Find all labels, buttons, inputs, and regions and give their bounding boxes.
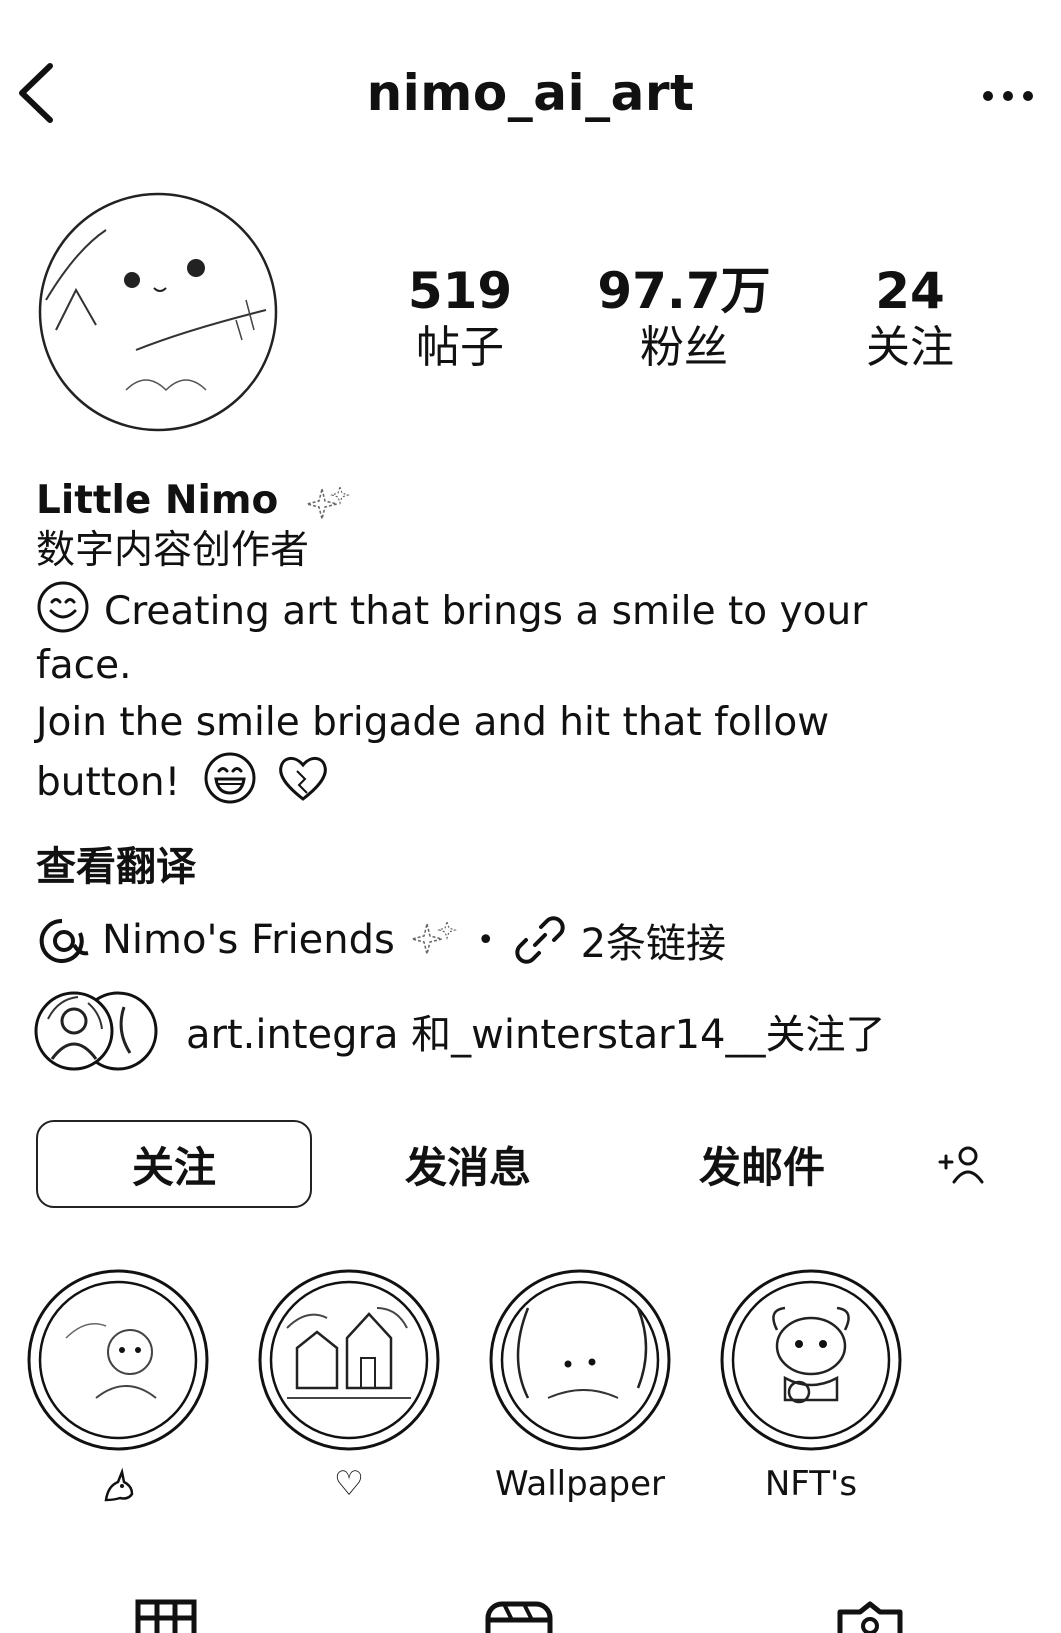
highlight-item[interactable]: [18, 1268, 218, 1506]
display-name: Little Nimo: [36, 478, 352, 523]
links-row: Nimo's Friends • 2条链接: [34, 912, 726, 968]
heart-emoji-icon: [279, 757, 327, 801]
smile-emoji-icon: [37, 581, 89, 633]
profile-avatar[interactable]: [36, 190, 280, 434]
grid-icon: [135, 1599, 197, 1633]
see-translation-link[interactable]: 查看翻译: [36, 834, 196, 892]
reels-icon: [485, 1601, 553, 1633]
tagged-icon: [837, 1601, 903, 1633]
more-options-button[interactable]: [978, 76, 1038, 116]
threads-icon: [39, 918, 89, 963]
followers-count: 97.7万: [597, 262, 771, 320]
posts-label: 帖子: [416, 322, 504, 373]
bio-line-1: Creating art that brings a smile to your: [36, 580, 867, 640]
suggested-users-button[interactable]: [920, 1120, 1004, 1208]
highlight-label: ♡: [333, 1464, 365, 1504]
posts-stat[interactable]: 519 帖子: [350, 262, 570, 376]
highlight-cover: [258, 1269, 440, 1451]
link-icon: [514, 916, 565, 964]
message-button[interactable]: 发消息: [330, 1120, 606, 1208]
separator-dot: •: [476, 922, 495, 958]
bio-line-3: Join the smile brigade and hit that foll…: [36, 700, 830, 745]
unicorn-icon: [104, 1467, 134, 1501]
page-title: nimo_ai_art: [366, 64, 695, 122]
following-stat[interactable]: 24 关注: [800, 262, 1020, 376]
highlight-cover: [720, 1269, 902, 1451]
posts-count: 519: [407, 262, 513, 320]
links-count-link[interactable]: 2条链接: [581, 911, 726, 969]
grin-emoji-icon: [204, 752, 256, 804]
highlight-label: NFT's: [764, 1464, 858, 1504]
bio-line-2: face.: [36, 643, 132, 688]
add-person-icon: [938, 1146, 984, 1184]
highlight-item[interactable]: NFT's: [711, 1268, 911, 1506]
tab-posts[interactable]: [128, 1592, 208, 1633]
tab-tagged[interactable]: [832, 1592, 912, 1633]
followers-stat[interactable]: 97.7万 粉丝: [574, 262, 794, 376]
mutual-followers-avatars: [34, 991, 158, 1071]
bio-line-4: button!: [36, 751, 331, 811]
sparkles-icon: [306, 484, 350, 519]
category-label: 数字内容创作者: [36, 528, 310, 573]
threads-link[interactable]: Nimo's Friends: [102, 917, 395, 963]
sparkles-icon: [411, 920, 457, 955]
highlight-cover: [27, 1269, 209, 1451]
highlight-item[interactable]: Wallpaper: [480, 1268, 680, 1506]
follow-button[interactable]: 关注: [36, 1120, 312, 1208]
followers-label: 粉丝: [640, 322, 728, 373]
following-count: 24: [875, 262, 945, 320]
highlight-label: [18, 1462, 218, 1506]
followed-by-row[interactable]: art.integra 和_winterstar14__关注了: [34, 991, 886, 1071]
highlight-item[interactable]: ♡: [249, 1268, 449, 1506]
followed-by-text: art.integra 和_winterstar14__关注了: [186, 1012, 886, 1058]
highlight-label: Wallpaper: [494, 1464, 666, 1504]
tab-reels[interactable]: [480, 1592, 560, 1633]
more-icon: [983, 91, 1033, 101]
following-label: 关注: [866, 322, 954, 373]
email-button[interactable]: 发邮件: [624, 1120, 900, 1208]
highlight-cover: [489, 1269, 671, 1451]
